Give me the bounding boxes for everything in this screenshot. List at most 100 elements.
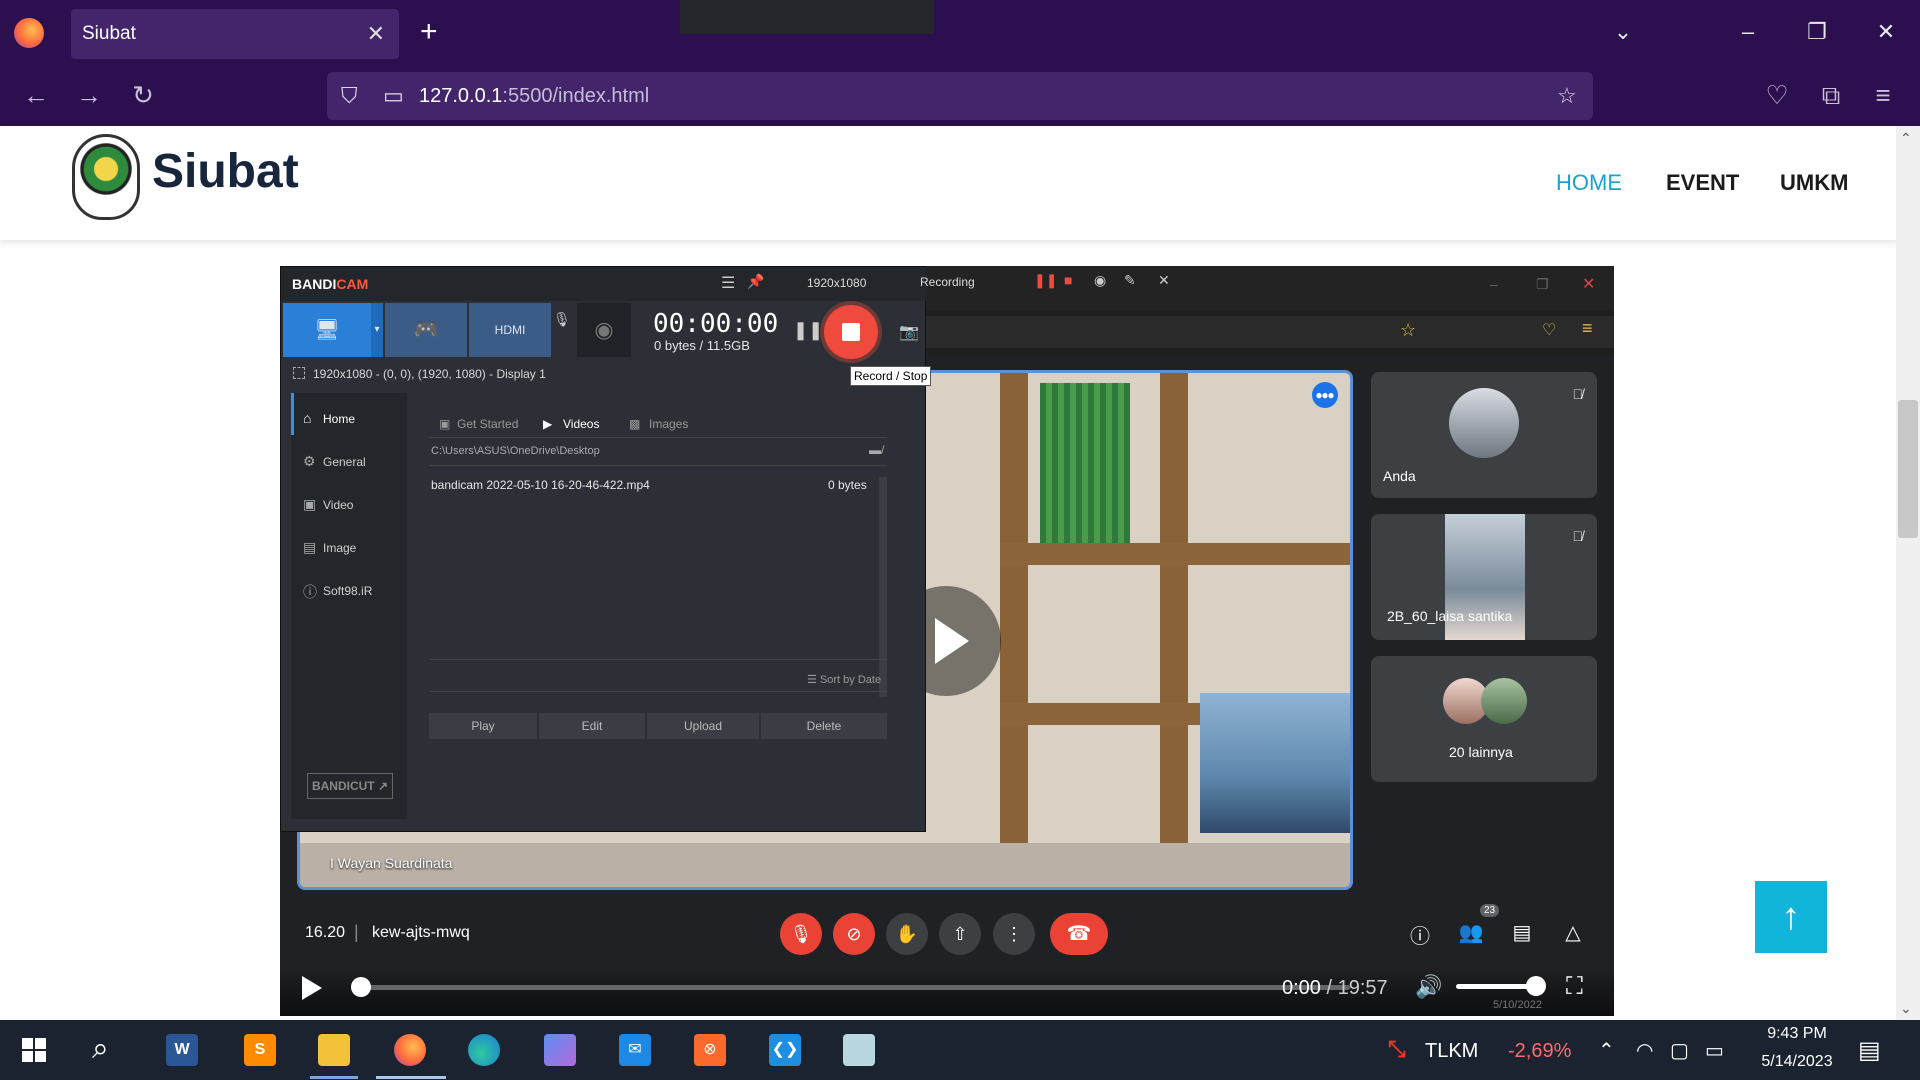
rec-screenshot-icon[interactable]: ◉ [1094, 272, 1106, 289]
sublime-icon[interactable]: S [244, 1034, 276, 1066]
upload-button[interactable]: Upload [647, 713, 759, 739]
scroll-down-icon[interactable]: ⌄ [1900, 1000, 1912, 1017]
tab-images-icon: ▩ [629, 417, 641, 431]
screen-mode-button[interactable]: 🖥 [283, 303, 371, 357]
file-name[interactable]: bandicam 2022-05-10 16-20-46-422.mp4 [431, 478, 650, 492]
bandicut-button[interactable]: BANDICUT ↗ [307, 773, 393, 799]
extensions-icon[interactable]: ⧉ [1815, 80, 1847, 110]
video-timestamp: 5/10/2022 [1493, 999, 1542, 1011]
play-button[interactable]: Play [429, 713, 537, 739]
copilot-icon[interactable] [544, 1034, 576, 1066]
bandicam-menu-icon[interactable]: ☰ [721, 273, 735, 293]
search-icon[interactable]: ⌕ [92, 1032, 109, 1066]
pause-icon[interactable]: ❚❚ [793, 320, 823, 341]
people-count-badge: 23 [1480, 904, 1500, 917]
sidebar-item-general[interactable]: General [323, 455, 366, 469]
rec-draw-icon[interactable]: ✎ [1124, 272, 1136, 289]
rec-stop-icon[interactable]: ■ [1064, 272, 1072, 288]
tab-images[interactable]: Images [649, 417, 688, 431]
star-icon[interactable]: ☆ [1557, 82, 1577, 110]
tab-videos[interactable]: Videos [563, 417, 599, 431]
word-icon[interactable]: W [166, 1034, 198, 1066]
volume-slider[interactable] [1456, 984, 1536, 989]
mic-icon[interactable]: 🎙 [553, 311, 571, 328]
firefox-logo-icon[interactable] [14, 18, 44, 48]
tab-get-started[interactable]: Get Started [457, 417, 518, 431]
reload-icon[interactable]: ↻ [127, 80, 159, 110]
nav-home[interactable]: HOME [1556, 170, 1622, 196]
recording-resolution: 1920x1080 [807, 276, 867, 290]
rec-pause-icon[interactable]: ❚❚ [1034, 272, 1057, 289]
screenshot-icon[interactable]: 📷 [899, 322, 919, 342]
hdmi-mode-button[interactable]: HDMI [469, 303, 551, 357]
fullscreen-icon[interactable]: ⛶ [1566, 973, 1583, 1001]
scroll-up-icon[interactable]: ⌃ [1900, 130, 1912, 147]
close-window-icon[interactable]: ✕ [1871, 14, 1901, 50]
sidebar-item-image[interactable]: Image [323, 541, 356, 555]
play-icon[interactable] [302, 976, 322, 1000]
edge-icon[interactable] [468, 1034, 500, 1066]
tray-chevron-icon[interactable]: ⌃ [1598, 1038, 1615, 1063]
pocket-icon[interactable]: ♡ [1761, 80, 1793, 110]
folder-icon[interactable]: ▬/ [869, 443, 884, 457]
vscode-icon[interactable]: ❮❯ [769, 1034, 801, 1066]
sidebar-item-soft98[interactable]: Soft98.iR [323, 584, 372, 598]
volume-icon[interactable]: 🔊 [1415, 974, 1442, 1000]
forward-icon[interactable]: → [73, 80, 105, 110]
list-tabs-icon[interactable]: ⌄ [1608, 14, 1638, 50]
battery-icon[interactable]: ▭ [1705, 1038, 1724, 1063]
scroll-thumb[interactable] [1898, 400, 1918, 538]
meet-now-icon[interactable]: ▢ [1670, 1038, 1689, 1063]
notepad-icon[interactable] [843, 1034, 875, 1066]
menu-icon[interactable]: ≡ [1867, 80, 1899, 110]
site-logo[interactable] [72, 134, 140, 220]
bandicam-logo: BANDICAM [292, 276, 369, 292]
minimize-icon[interactable]: – [1733, 14, 1763, 50]
record-stop-button[interactable] [824, 305, 878, 359]
file-list-scrollbar[interactable] [879, 477, 887, 697]
delete-button[interactable]: Delete [761, 713, 887, 739]
mode-dropdown-icon[interactable]: ▾ [371, 303, 383, 357]
mail-icon[interactable]: ✉ [619, 1034, 651, 1066]
running-indicator [376, 1076, 446, 1079]
nav-event[interactable]: EVENT [1666, 170, 1739, 196]
url-bar[interactable]: ⛉ ▭ 127.0.0.1:5500/index.html ☆ [327, 72, 1593, 120]
nav-umkm[interactable]: UMKM [1780, 170, 1848, 196]
meet-restore-icon: ❐ [1536, 276, 1549, 292]
edit-button[interactable]: Edit [539, 713, 645, 739]
sidebar-item-home[interactable]: Home [323, 412, 355, 426]
seek-bar[interactable] [360, 985, 1350, 990]
rec-close-icon[interactable]: ✕ [1158, 272, 1170, 289]
divider [429, 691, 887, 692]
stock-change[interactable]: -2,69% [1508, 1040, 1571, 1063]
clock-time[interactable]: 9:43 PM [1752, 1025, 1842, 1043]
site-brand[interactable]: Siubat [152, 144, 299, 199]
sort-by-date[interactable]: ☰ Sort by Date [807, 673, 881, 686]
windows-start-icon[interactable] [22, 1038, 46, 1062]
url-text[interactable]: 127.0.0.1:5500/index.html [419, 72, 649, 120]
sidebar-item-video[interactable]: Video [323, 498, 353, 512]
back-icon[interactable]: ← [20, 80, 52, 110]
plant-decor [1040, 383, 1130, 543]
firefox-icon[interactable] [394, 1034, 426, 1066]
notification-icon[interactable]: ▤ [1858, 1036, 1881, 1065]
restore-icon[interactable]: ❐ [1802, 14, 1832, 50]
xampp-icon[interactable]: ⊗ [694, 1034, 726, 1066]
participant-name: Anda [1383, 468, 1416, 484]
region-icon[interactable] [293, 367, 305, 379]
stock-name[interactable]: TLKM [1425, 1040, 1478, 1063]
game-mode-button[interactable]: 🎮 [385, 303, 467, 357]
page-scrollbar[interactable] [1896, 126, 1920, 1020]
volume-handle[interactable] [1526, 976, 1546, 996]
browser-tab[interactable]: Siubat ✕ [71, 9, 399, 59]
bandicam-pin-icon[interactable]: 📌 [747, 273, 764, 290]
wifi-icon[interactable]: ◠ [1636, 1038, 1653, 1063]
webcam-icon[interactable]: ◉ [577, 303, 631, 357]
clock-date[interactable]: 5/14/2023 [1743, 1053, 1851, 1071]
new-tab-button[interactable]: + [420, 14, 438, 50]
file-explorer-icon[interactable] [318, 1034, 350, 1066]
tab-close-icon[interactable]: ✕ [367, 9, 385, 59]
seek-handle[interactable] [351, 977, 371, 997]
back-to-top-button[interactable]: ↑ [1755, 881, 1827, 953]
shield-icon[interactable]: ⛉ [341, 82, 358, 110]
